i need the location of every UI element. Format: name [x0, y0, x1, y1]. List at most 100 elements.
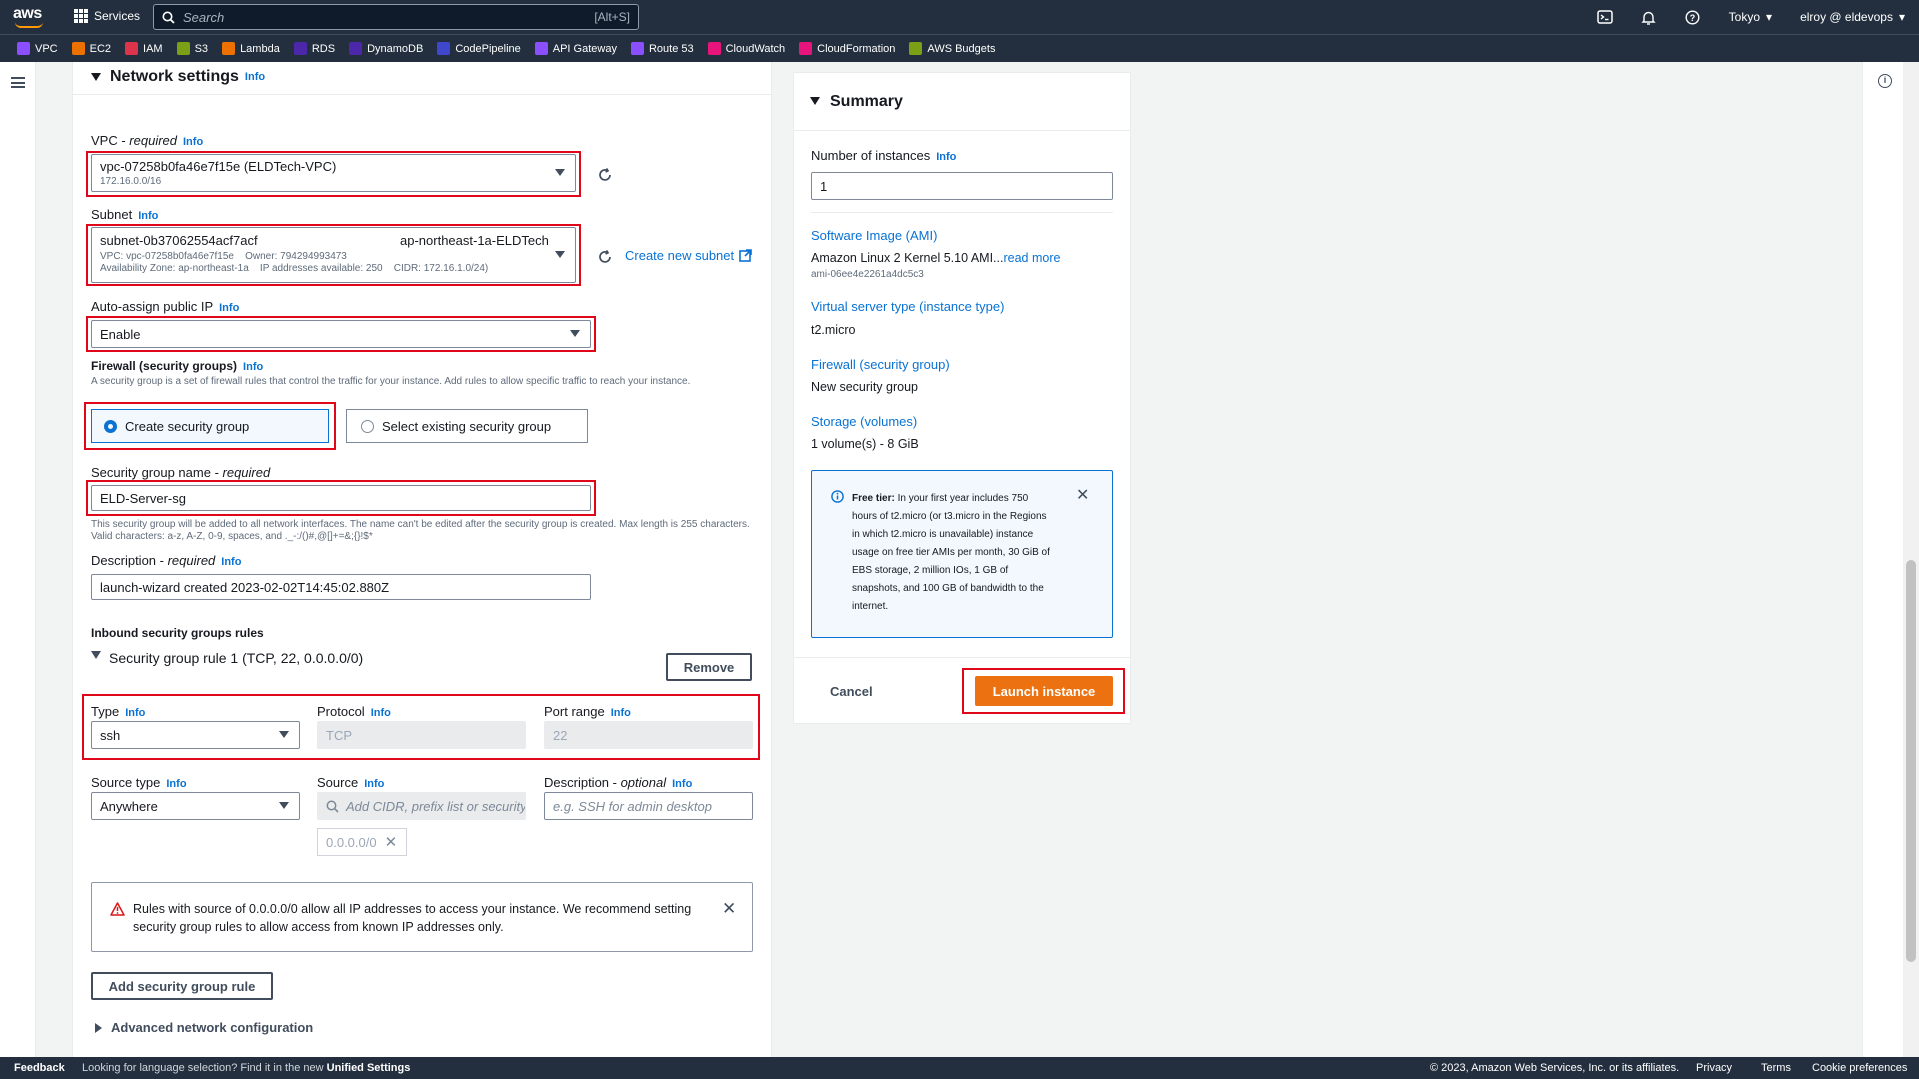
launch-instance-button[interactable]: Launch instance: [975, 676, 1113, 706]
vpc-select[interactable]: vpc-07258b0fa46e7f15e (ELDTech-VPC) 172.…: [91, 154, 576, 192]
read-more-link[interactable]: read more: [1003, 251, 1060, 265]
type-select[interactable]: ssh: [91, 721, 300, 749]
info-link[interactable]: Info: [364, 778, 384, 790]
favorite-label: DynamoDB: [367, 42, 424, 55]
rule-description-input[interactable]: e.g. SSH for admin desktop: [544, 792, 753, 820]
firewall-link[interactable]: Firewall (security group): [811, 357, 950, 372]
info-link[interactable]: Info: [166, 778, 186, 790]
favorite-api-gateway[interactable]: API Gateway: [534, 42, 617, 55]
source-input[interactable]: Add CIDR, prefix list or security: [317, 792, 526, 820]
summary-header[interactable]: Summary: [794, 73, 1130, 131]
refresh-icon[interactable]: [597, 249, 613, 265]
create-subnet-label: Create new subnet: [625, 248, 735, 263]
instances-input[interactable]: 1: [811, 172, 1113, 200]
create-subnet-link[interactable]: Create new subnet: [625, 248, 752, 263]
port-range-value: 22: [553, 727, 568, 743]
info-link[interactable]: Info: [245, 71, 265, 83]
refresh-icon[interactable]: [597, 167, 613, 183]
storage-link[interactable]: Storage (volumes): [811, 414, 917, 429]
rule-title: Security group rule 1 (TCP, 22, 0.0.0.0/…: [109, 650, 364, 666]
caret-down-icon: [91, 73, 101, 81]
add-rule-button[interactable]: Add security group rule: [91, 972, 273, 1000]
favorite-codepipeline[interactable]: CodePipeline: [437, 42, 521, 55]
terms-link[interactable]: Terms: [1761, 1062, 1791, 1074]
subnet-owner: Owner: 794294993473: [245, 251, 347, 262]
vpc-value: vpc-07258b0fa46e7f15e (ELDTech-VPC): [100, 159, 337, 174]
info-link[interactable]: Info: [138, 210, 158, 222]
favorite-cloudformation[interactable]: CloudFormation: [799, 42, 895, 55]
aws-logo[interactable]: aws: [13, 5, 53, 29]
info-link[interactable]: Info: [221, 556, 241, 568]
caret-right-icon: [95, 1022, 102, 1033]
description-input[interactable]: launch-wizard created 2023-02-02T14:45:0…: [91, 574, 591, 600]
favorite-ec2[interactable]: EC2: [71, 42, 111, 55]
advanced-network-toggle[interactable]: Advanced network configuration: [95, 1020, 313, 1035]
favorite-route-53[interactable]: Route 53: [630, 42, 694, 55]
close-icon[interactable]: ✕: [1076, 485, 1089, 505]
left-rail: [0, 62, 36, 1057]
favorite-aws-budgets[interactable]: AWS Budgets: [909, 42, 995, 55]
create-sg-label: Create security group: [125, 418, 250, 434]
instances-label: Number of instances Info: [811, 148, 957, 163]
info-link[interactable]: Info: [125, 707, 145, 719]
favorite-label: VPC: [35, 42, 58, 55]
scrollbar-thumb[interactable]: [1906, 560, 1916, 962]
search-input[interactable]: Search [Alt+S]: [153, 4, 639, 30]
cloudshell-icon[interactable]: [1583, 10, 1627, 24]
favorite-cloudwatch[interactable]: CloudWatch: [707, 42, 785, 55]
info-panel-icon[interactable]: i: [1878, 74, 1892, 88]
copyright: © 2023, Amazon Web Services, Inc. or its…: [1430, 1062, 1680, 1074]
remove-rule-button[interactable]: Remove: [666, 653, 752, 681]
search-placeholder: Search: [183, 9, 225, 25]
subnet-name: ap-northeast-1a-ELDTech: [400, 233, 549, 248]
svg-text:?: ?: [1690, 13, 1696, 23]
info-link[interactable]: Info: [219, 302, 239, 314]
ami-link[interactable]: Software Image (AMI): [811, 228, 937, 243]
cookie-preferences-link[interactable]: Cookie preferences: [1812, 1062, 1907, 1074]
network-settings-header[interactable]: Network settings Info: [91, 68, 265, 86]
public-ip-select[interactable]: Enable: [91, 320, 591, 348]
instance-type-link[interactable]: Virtual server type (instance type): [811, 299, 1004, 314]
source-placeholder: Add CIDR, prefix list or security: [346, 798, 526, 814]
subnet-cidr: CIDR: 172.16.1.0/24): [393, 263, 489, 274]
search-icon: [326, 800, 339, 813]
privacy-link[interactable]: Privacy: [1696, 1062, 1732, 1074]
create-sg-radio[interactable]: Create security group: [91, 409, 329, 443]
warning-alert: Rules with source of 0.0.0.0/0 allow all…: [91, 882, 753, 952]
rule-description-placeholder: e.g. SSH for admin desktop: [553, 798, 712, 814]
region-selector[interactable]: Tokyo ▾: [1715, 10, 1786, 24]
sg-name-input[interactable]: ELD-Server-sg: [91, 485, 591, 511]
info-link[interactable]: Info: [936, 151, 956, 163]
favorite-rds[interactable]: RDS: [293, 42, 335, 55]
service-icon: [71, 42, 85, 55]
info-link[interactable]: Info: [183, 136, 203, 148]
info-link[interactable]: Info: [672, 778, 692, 790]
feedback-link[interactable]: Feedback: [14, 1062, 65, 1074]
help-icon[interactable]: ?: [1671, 9, 1715, 25]
bell-icon[interactable]: [1627, 10, 1671, 25]
favorite-dynamodb[interactable]: DynamoDB: [349, 42, 423, 55]
info-link[interactable]: Info: [611, 707, 631, 719]
source-type-select[interactable]: Anywhere: [91, 792, 300, 820]
cancel-button[interactable]: Cancel: [830, 684, 873, 699]
rule-header[interactable]: Security group rule 1 (TCP, 22, 0.0.0.0/…: [91, 650, 363, 666]
subnet-id: subnet-0b37062554acf7acf: [100, 233, 258, 248]
info-link[interactable]: Info: [371, 707, 391, 719]
favorite-lambda[interactable]: Lambda: [222, 42, 280, 55]
favorite-s3[interactable]: S3: [176, 42, 208, 55]
firewall-value: New security group: [811, 380, 918, 394]
source-type-label: Source type Info: [91, 775, 187, 790]
unified-settings-link[interactable]: Unified Settings: [327, 1062, 411, 1074]
services-menu-button[interactable]: Services: [74, 9, 140, 23]
scrollbar[interactable]: [1903, 62, 1919, 1057]
favorite-iam[interactable]: IAM: [125, 42, 163, 55]
favorite-vpc[interactable]: VPC: [17, 42, 58, 55]
close-icon[interactable]: ✕: [385, 833, 398, 851]
account-menu[interactable]: elroy @ eldevops ▾: [1786, 10, 1919, 24]
subnet-select[interactable]: subnet-0b37062554acf7acf ap-northeast-1a-…: [91, 227, 576, 283]
select-existing-sg-radio[interactable]: Select existing security group: [346, 409, 588, 443]
menu-icon[interactable]: [11, 77, 25, 88]
info-link[interactable]: Info: [243, 361, 263, 373]
service-icon: [176, 42, 190, 55]
close-icon[interactable]: ✕: [722, 899, 736, 919]
